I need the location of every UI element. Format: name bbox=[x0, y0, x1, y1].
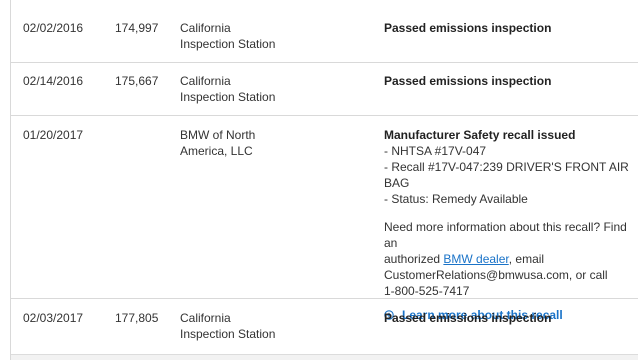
recall-details: Manufacturer Safety recall issued - NHTS… bbox=[384, 127, 634, 323]
record-source-line: California bbox=[180, 311, 231, 325]
record-detail-title: Passed emissions inspection bbox=[384, 74, 552, 88]
record-mileage: 174,997 bbox=[115, 21, 159, 35]
vehicle-history-table: 02/02/2016 174,997 California Inspection… bbox=[10, 0, 638, 360]
record-source-line: Inspection Station bbox=[180, 327, 276, 341]
recall-detail-line: - Status: Remedy Available bbox=[384, 192, 528, 206]
table-row: 02/03/2017 177,805 California Inspection… bbox=[11, 299, 638, 354]
record-source-line: America, LLC bbox=[180, 144, 253, 158]
recall-info-text: CustomerRelations@bmwusa.com, or call bbox=[384, 268, 608, 282]
record-date: 02/03/2017 bbox=[23, 311, 84, 325]
record-source-line: Inspection Station bbox=[180, 90, 276, 104]
record-source: BMW of North America, LLC bbox=[180, 127, 330, 159]
table-row: 01/20/2017 BMW of North America, LLC Man… bbox=[11, 116, 638, 322]
recall-info-text-part: authorized bbox=[384, 252, 444, 266]
record-detail-title: Passed emissions inspection bbox=[384, 311, 552, 325]
table-row: 02/02/2016 174,997 California Inspection… bbox=[11, 0, 638, 63]
recall-info-text: 1-800-525-7417 bbox=[384, 284, 470, 298]
record-detail-title: Passed emissions inspection bbox=[384, 21, 552, 35]
recall-detail-line: - Recall #17V-047:239 DRIVER'S FRONT AIR… bbox=[384, 160, 629, 190]
recall-info-text: Need more information about this recall?… bbox=[384, 220, 627, 250]
record-mileage: 175,667 bbox=[115, 74, 159, 88]
recall-info-text-part: , email bbox=[508, 252, 545, 266]
record-source-line: California bbox=[180, 21, 231, 35]
record-source-line: BMW of North bbox=[180, 128, 256, 142]
record-source-line: California bbox=[180, 74, 231, 88]
bmw-dealer-link[interactable]: BMW dealer bbox=[443, 252, 508, 266]
record-mileage: 177,805 bbox=[115, 311, 159, 325]
record-date: 02/14/2016 bbox=[23, 74, 84, 88]
table-row: 02/14/2016 175,667 California Inspection… bbox=[11, 63, 638, 116]
table-bottom-edge bbox=[11, 354, 638, 360]
recall-info-text: authorized BMW dealer, email bbox=[384, 251, 634, 267]
record-source: California Inspection Station bbox=[180, 310, 330, 342]
record-date: 02/02/2016 bbox=[23, 21, 84, 35]
record-source: California Inspection Station bbox=[180, 20, 330, 52]
recall-detail-line: - NHTSA #17V-047 bbox=[384, 144, 487, 158]
record-source: California Inspection Station bbox=[180, 73, 330, 105]
record-source-line: Inspection Station bbox=[180, 37, 276, 51]
record-date: 01/20/2017 bbox=[23, 128, 84, 142]
record-detail-title: Manufacturer Safety recall issued bbox=[384, 128, 576, 142]
